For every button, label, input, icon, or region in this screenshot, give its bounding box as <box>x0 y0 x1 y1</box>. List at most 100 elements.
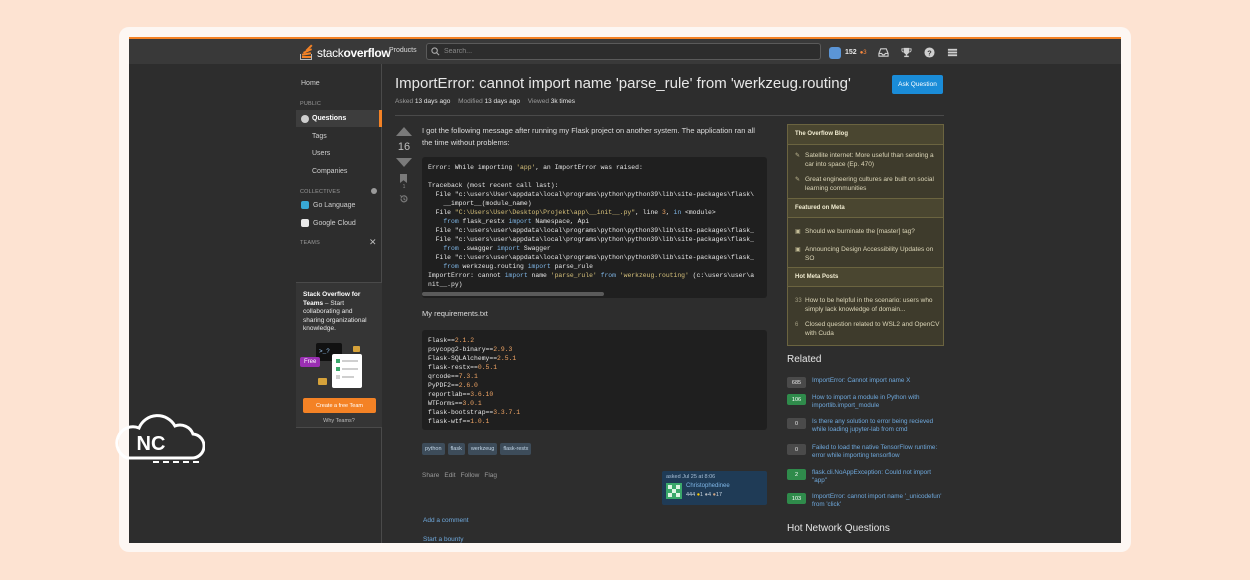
flag-link[interactable]: Flag <box>484 472 497 479</box>
nav-home[interactable]: Home <box>301 80 320 87</box>
related-title[interactable]: Is there any solution to error being rec… <box>812 418 945 434</box>
related-item[interactable]: 685 ImportError: Cannot import name X <box>787 377 945 388</box>
start-bounty-link[interactable]: Start a bounty <box>423 536 463 543</box>
collective-label: Google Cloud <box>313 219 356 227</box>
hot-meta-text: Closed question related to WSL2 and Open… <box>805 321 940 337</box>
vote-cell: 16 1 <box>395 127 413 209</box>
top-bar: stackoverflow Products 152 ●3 ? <box>129 37 1121 64</box>
nav-tags[interactable]: Tags <box>312 133 327 140</box>
site-switcher-icon[interactable] <box>947 47 959 59</box>
logo-text: stackoverflow <box>317 45 391 60</box>
related-item[interactable]: 2 flask.cli.NoAppException: Could not imp… <box>787 469 945 485</box>
hot-meta-count: 6 <box>795 322 799 328</box>
hot-meta-count: 33 <box>795 298 802 304</box>
modified-label: Modified <box>458 98 483 105</box>
blog-item-text: Great engineering cultures are built on … <box>805 176 934 192</box>
meta-header: Featured on Meta <box>788 198 943 218</box>
edit-link[interactable]: Edit <box>444 472 455 479</box>
owner-silver-badges: 4 <box>707 492 712 498</box>
site-logo[interactable]: stackoverflow <box>300 44 391 61</box>
owner-avatar[interactable] <box>666 483 682 499</box>
inbox-icon[interactable] <box>878 47 890 59</box>
related-title[interactable]: ImportError: cannot import name '_unicod… <box>812 493 945 509</box>
downvote-icon[interactable] <box>396 158 412 167</box>
collective-label: Go Language <box>313 201 356 209</box>
share-link[interactable]: Share <box>422 472 439 479</box>
nav-public-header: PUBLIC <box>300 101 322 107</box>
left-sidebar: Home PUBLIC Questions Tags Users Compani… <box>129 64 382 543</box>
upvote-icon[interactable] <box>396 127 412 136</box>
help-icon[interactable]: ? <box>924 47 936 59</box>
collective-go-language[interactable]: Go Language <box>301 201 355 209</box>
traceback-code: Error: While importing 'app', an ImportE… <box>428 164 755 288</box>
related-item[interactable]: 106 How to import a module in Python with… <box>787 394 945 410</box>
stackoverflow-logo-icon <box>300 44 314 60</box>
free-label: Free <box>300 357 321 367</box>
related-score: 106 <box>787 394 806 405</box>
follow-link[interactable]: Follow <box>461 472 480 479</box>
tag-python[interactable]: python <box>422 443 445 455</box>
meta-item[interactable]: ▣ Announcing Design Accessibility Updates… <box>795 246 941 263</box>
create-team-button[interactable]: Create a free Team <box>303 398 376 413</box>
chat-icon: ▣ <box>795 229 801 235</box>
asked-value: 13 days ago <box>414 98 451 105</box>
user-reputation: 152 <box>845 49 857 56</box>
blog-item[interactable]: ✎ Satellite internet: More useful than se… <box>795 152 941 169</box>
tag-flask[interactable]: flask <box>447 443 465 455</box>
info-icon[interactable] <box>371 188 377 194</box>
owner-asked-date: asked Jul 25 at 8:06 <box>666 474 716 480</box>
question-meta: Asked 13 days ago Modified 13 days ago V… <box>395 98 581 105</box>
meta-item-text: Announcing Design Accessibility Updates … <box>805 246 934 262</box>
related-title[interactable]: How to import a module in Python with im… <box>812 394 945 410</box>
search-icon <box>431 47 440 56</box>
hot-meta-item[interactable]: 6 Closed question related to WSL2 and Ope… <box>795 321 941 338</box>
owner-name[interactable]: Christophedinee <box>686 483 730 489</box>
horizontal-scrollbar[interactable] <box>422 292 604 296</box>
hot-meta-header: Hot Meta Posts <box>788 267 943 287</box>
blog-item[interactable]: ✎ Great engineering cultures are built on… <box>795 176 941 193</box>
trophy-icon[interactable] <box>901 47 913 59</box>
traceback-code-block: Error: While importing 'app', an ImportE… <box>422 157 767 298</box>
teams-promo-card: Stack Overflow for Teams – Start collabo… <box>296 282 382 428</box>
related-title[interactable]: ImportError: Cannot import name X <box>812 377 910 385</box>
hot-meta-item[interactable]: 33 How to be helpful in the scenario: use… <box>795 297 941 314</box>
hot-meta-text: How to be helpful in the scenario: users… <box>805 297 933 313</box>
user-avatar[interactable] <box>829 46 841 59</box>
tag-werkzeug[interactable]: werkzeug <box>467 443 498 455</box>
svg-text:>_?: >_? <box>319 348 330 355</box>
collective-google-cloud[interactable]: Google Cloud <box>301 219 356 227</box>
why-teams-link[interactable]: Why Teams? <box>296 418 382 424</box>
bookmark-count: 1 <box>402 184 406 190</box>
owner-rep-value: 444 <box>686 492 696 498</box>
requirements-label: My requirements.txt <box>422 309 488 318</box>
search-box[interactable] <box>426 43 821 60</box>
meta-item-text: Should we burninate the [master] tag? <box>805 228 915 235</box>
related-item[interactable]: 0 Is there any solution to error being re… <box>787 418 945 434</box>
question-title[interactable]: ImportError: cannot import name 'parse_r… <box>395 75 851 92</box>
bookmark-icon[interactable] <box>400 174 407 183</box>
blog-header: The Overflow Blog <box>788 125 943 145</box>
related-title[interactable]: flask.cli.NoAppException: Could not impo… <box>812 469 945 485</box>
owner-gold-badges: 1 <box>700 492 704 498</box>
post-menu: Share Edit Follow Flag <box>422 472 497 479</box>
go-logo-icon <box>301 201 309 209</box>
search-input[interactable] <box>444 48 814 55</box>
requirements-code: Flask==2.1.2 psycopg2-binary==2.9.3 Flas… <box>428 337 521 425</box>
tag-flask-restx[interactable]: flask-restx <box>500 443 532 455</box>
nav-companies[interactable]: Companies <box>312 168 347 175</box>
related-score: 685 <box>787 377 806 388</box>
products-link[interactable]: Products <box>389 47 417 54</box>
meta-item[interactable]: ▣ Should we burninate the [master] tag? <box>795 228 941 237</box>
related-title[interactable]: Failed to load the native TensorFlow run… <box>812 444 945 460</box>
history-icon[interactable] <box>399 194 409 204</box>
add-comment-link[interactable]: Add a comment <box>423 517 469 524</box>
nav-users[interactable]: Users <box>312 150 330 157</box>
ask-question-button[interactable]: Ask Question <box>892 75 943 94</box>
svg-text:?: ? <box>927 48 932 57</box>
close-icon[interactable]: ✕ <box>369 237 377 248</box>
related-item[interactable]: 0 Failed to load the native TensorFlow ru… <box>787 444 945 460</box>
nav-questions[interactable]: Questions <box>296 110 382 127</box>
related-score: 2 <box>787 469 806 480</box>
related-item[interactable]: 103 ImportError: cannot import name '_uni… <box>787 493 945 509</box>
chat-icon: ▣ <box>795 247 801 253</box>
